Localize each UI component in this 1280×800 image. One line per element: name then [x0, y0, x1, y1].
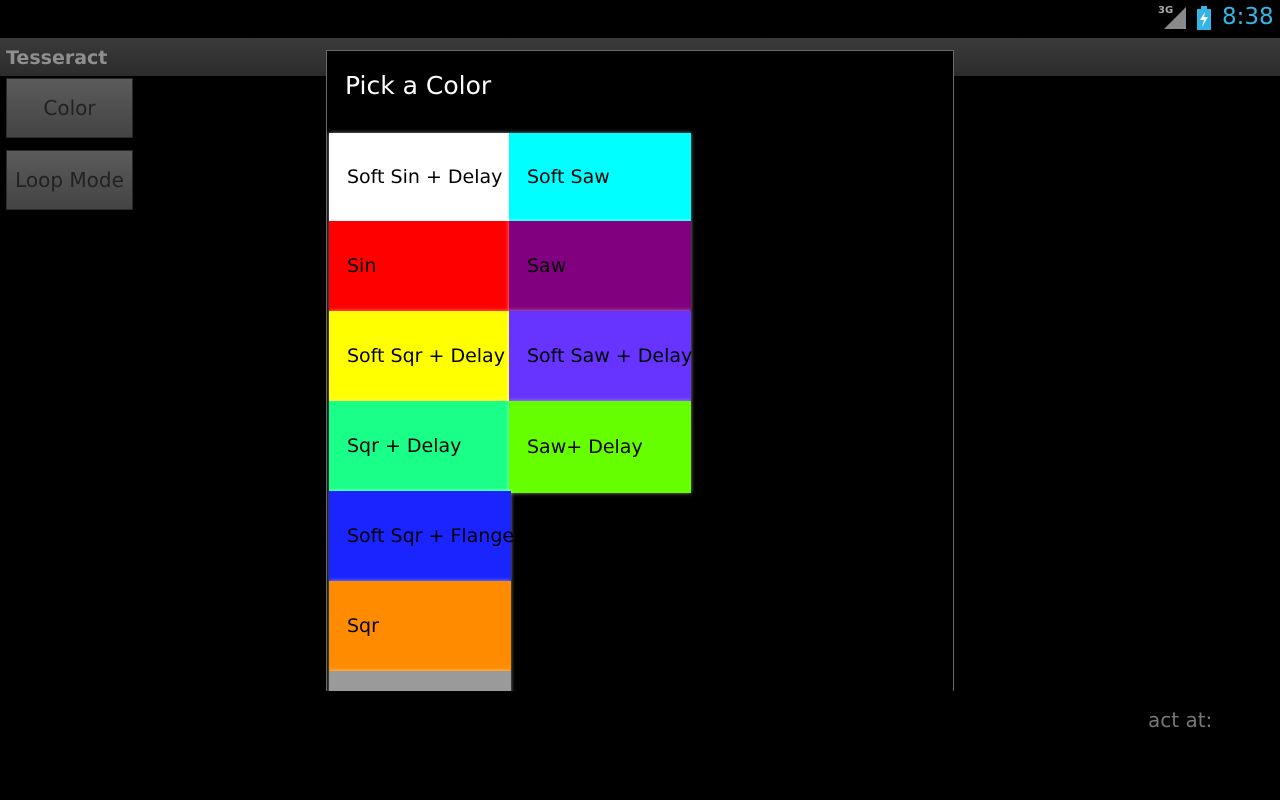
pick-color-dialog: Pick a Color Soft Sin + Delay Soft Saw S…	[326, 50, 954, 691]
color-option-saw[interactable]: Saw	[509, 221, 691, 311]
status-bar: 3G 8:38	[0, 0, 1280, 38]
battery-charging-icon	[1197, 6, 1211, 30]
color-option-soft-sqr-delay[interactable]: Soft Sqr + Delay	[329, 311, 509, 401]
app-title: Tesseract	[6, 47, 108, 69]
signal-icon	[1164, 7, 1186, 29]
color-option-soft-saw-delay[interactable]: Soft Saw + Delay	[509, 311, 692, 401]
color-option-soft-sqr-flange[interactable]: Soft Sqr + Flange	[329, 491, 514, 581]
color-option-soft-sin-delay[interactable]: Soft Sin + Delay	[329, 133, 509, 221]
color-option-saw-delay[interactable]: Saw+ Delay	[509, 401, 691, 493]
color-button[interactable]: Color	[6, 78, 133, 138]
color-option-soft-saw[interactable]: Soft Saw	[509, 133, 691, 221]
color-option-sqr[interactable]: Sqr	[329, 581, 511, 671]
color-option-partial[interactable]	[329, 671, 511, 691]
status-time: 8:38	[1222, 4, 1274, 30]
loop-mode-button[interactable]: Loop Mode	[6, 150, 133, 210]
background-text: act at:	[1148, 708, 1213, 732]
color-option-sqr-delay[interactable]: Sqr + Delay	[329, 401, 509, 491]
dialog-title: Pick a Color	[345, 71, 492, 100]
screen: 3G 8:38 Tesseract Color Loop Mode act at…	[0, 0, 1280, 800]
color-option-sin[interactable]: Sin	[329, 221, 509, 311]
